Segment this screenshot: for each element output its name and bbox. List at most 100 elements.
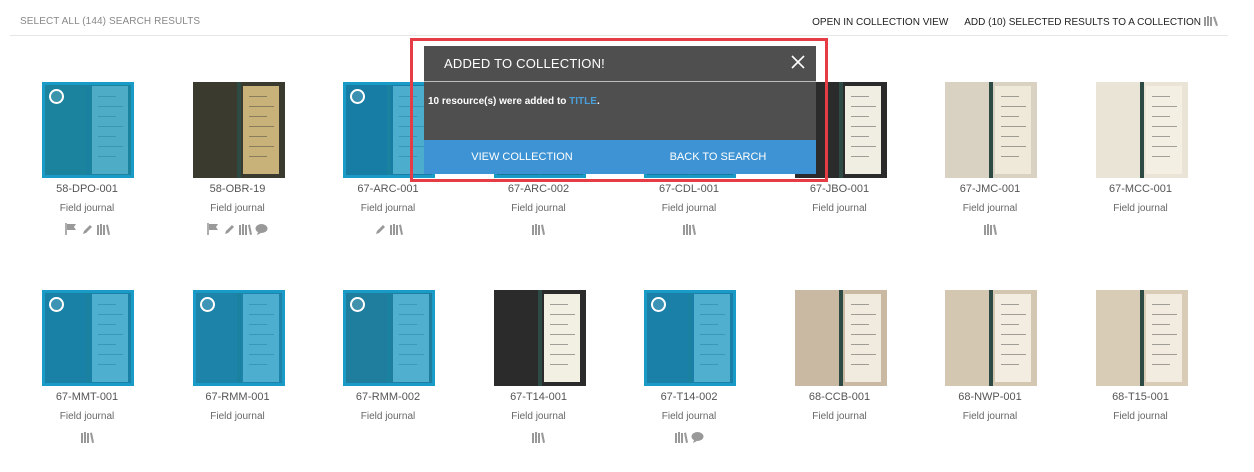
- result-type: Field journal: [962, 411, 1018, 422]
- result-thumbnail[interactable]: [192, 82, 285, 178]
- result-icons: [464, 223, 614, 235]
- result-id[interactable]: 58-DPO-001: [12, 183, 162, 195]
- result-icons: [313, 431, 463, 443]
- result-id[interactable]: 68-CCB-001: [765, 391, 915, 403]
- result-icons: [765, 431, 915, 443]
- result-thumbnail[interactable]: [794, 290, 887, 386]
- comment-icon[interactable]: [691, 431, 704, 443]
- result-type: Field journal: [511, 203, 566, 214]
- library-icon[interactable]: [983, 223, 997, 235]
- result-id[interactable]: 67-MMT-001: [12, 391, 162, 403]
- result-id[interactable]: 67-MCC-001: [1066, 183, 1216, 195]
- library-icon[interactable]: [239, 223, 252, 235]
- result-thumbnail[interactable]: [343, 290, 435, 386]
- result-icons: [765, 223, 915, 235]
- flag-icon[interactable]: [64, 223, 78, 235]
- result-thumbnail[interactable]: [945, 82, 1037, 178]
- result-thumbnail[interactable]: [493, 290, 586, 386]
- select-all-link[interactable]: SELECT ALL (144) SEARCH RESULTS: [20, 16, 200, 27]
- result-icons: [464, 431, 614, 443]
- comment-icon[interactable]: [255, 223, 268, 235]
- result-thumbnail[interactable]: [1095, 82, 1188, 178]
- result-id[interactable]: 67-ARC-001: [313, 183, 463, 195]
- result-type: Field journal: [360, 203, 416, 214]
- result-type: Field journal: [59, 411, 115, 422]
- back-to-search-button[interactable]: BACK TO SEARCH: [620, 140, 816, 174]
- result-type: Field journal: [1113, 411, 1168, 422]
- select-checkbox[interactable]: [350, 297, 365, 312]
- flag-icon[interactable]: [207, 223, 220, 235]
- toolbar-actions: OPEN IN COLLECTION VIEW ADD (10) SELECTE…: [812, 16, 1218, 28]
- result-icons: [12, 431, 162, 443]
- result-id[interactable]: 67-ARC-002: [464, 183, 614, 195]
- result-icons: [915, 431, 1065, 443]
- library-icon[interactable]: [532, 431, 545, 443]
- result-thumbnail[interactable]: [42, 82, 134, 178]
- view-collection-button[interactable]: VIEW COLLECTION: [424, 140, 620, 174]
- result-thumbnail[interactable]: [192, 290, 285, 386]
- result-type: Field journal: [962, 203, 1018, 214]
- close-icon[interactable]: [790, 54, 806, 70]
- result-icons: [614, 431, 764, 443]
- selected-overlay: [42, 82, 134, 178]
- result-id[interactable]: 67-RMM-001: [163, 391, 313, 403]
- selected-overlay: [644, 290, 736, 386]
- result-id[interactable]: 67-JMC-001: [915, 183, 1065, 195]
- modal-title: ADDED TO COLLECTION!: [444, 56, 605, 71]
- results-toolbar: SELECT ALL (144) SEARCH RESULTS OPEN IN …: [10, 0, 1228, 36]
- modal-actions: VIEW COLLECTION BACK TO SEARCH: [424, 140, 816, 174]
- result-icons: [163, 223, 313, 235]
- result-type: Field journal: [360, 411, 416, 422]
- selected-overlay: [42, 290, 134, 386]
- result-type: Field journal: [59, 203, 115, 214]
- library-icon[interactable]: [532, 223, 545, 235]
- result-icons: [163, 431, 313, 443]
- result-id[interactable]: 67-CDL-001: [614, 183, 764, 195]
- open-collection-view-link[interactable]: OPEN IN COLLECTION VIEW: [812, 17, 948, 28]
- selected-overlay: [343, 290, 435, 386]
- collection-title-link[interactable]: TITLE: [569, 96, 597, 107]
- select-checkbox[interactable]: [651, 297, 666, 312]
- result-id[interactable]: 67-T14-002: [614, 391, 764, 403]
- result-icons: [915, 223, 1065, 235]
- add-selected-label: ADD (10) SELECTED RESULTS TO A COLLECTIO…: [964, 17, 1201, 28]
- select-checkbox[interactable]: [49, 297, 64, 312]
- modal-message-text: 10 resource(s) were added to: [428, 96, 570, 107]
- result-type: Field journal: [812, 411, 867, 422]
- result-type: Field journal: [1113, 203, 1168, 214]
- modal-header: ADDED TO COLLECTION!: [424, 46, 816, 82]
- add-selected-to-collection-link[interactable]: ADD (10) SELECTED RESULTS TO A COLLECTIO…: [964, 16, 1218, 28]
- select-checkbox[interactable]: [199, 297, 215, 312]
- selected-overlay: [192, 290, 285, 386]
- library-icon[interactable]: [389, 223, 403, 235]
- result-id[interactable]: 67-JBO-001: [765, 183, 915, 195]
- result-icons: [614, 223, 764, 235]
- result-icons: [1066, 223, 1216, 235]
- select-checkbox[interactable]: [49, 89, 64, 104]
- result-id[interactable]: 67-T14-001: [464, 391, 614, 403]
- pencil-icon[interactable]: [81, 223, 94, 235]
- result-icons: [1066, 431, 1216, 443]
- result-icons: [313, 223, 463, 235]
- result-id[interactable]: 68-NWP-001: [915, 391, 1065, 403]
- result-type: Field journal: [661, 411, 717, 422]
- result-type: Field journal: [511, 411, 566, 422]
- added-to-collection-modal: ADDED TO COLLECTION! 10 resource(s) were…: [424, 46, 816, 174]
- pencil-icon[interactable]: [374, 223, 387, 235]
- result-type: Field journal: [812, 203, 867, 214]
- result-thumbnail[interactable]: [1095, 290, 1188, 386]
- result-thumbnail[interactable]: [42, 290, 134, 386]
- result-type: Field journal: [210, 411, 265, 422]
- result-thumbnail[interactable]: [644, 290, 736, 386]
- pencil-icon[interactable]: [223, 223, 236, 235]
- result-thumbnail[interactable]: [945, 290, 1037, 386]
- library-icon: [1204, 16, 1218, 26]
- library-icon[interactable]: [96, 223, 110, 235]
- result-id[interactable]: 67-RMM-002: [313, 391, 463, 403]
- library-icon[interactable]: [80, 431, 94, 443]
- result-id[interactable]: 68-T15-001: [1066, 391, 1216, 403]
- library-icon[interactable]: [674, 431, 688, 443]
- library-icon[interactable]: [682, 223, 696, 235]
- result-id[interactable]: 58-OBR-19: [163, 183, 313, 195]
- select-checkbox[interactable]: [350, 89, 365, 104]
